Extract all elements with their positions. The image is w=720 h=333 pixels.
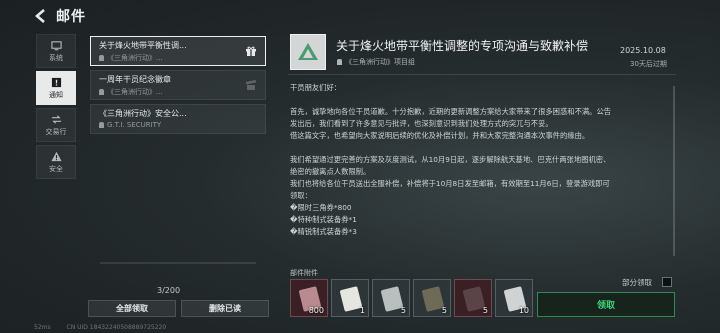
mail-item[interactable]: 一周年干员纪念徽章 《三角洲行动》...: [90, 70, 266, 100]
partial-claim-label: 部分领取: [622, 278, 652, 287]
mail-sender-name: G.T.I. SECURITY: [107, 121, 162, 129]
attachment-slot[interactable]: 5: [413, 279, 451, 317]
gift-icon: [246, 46, 256, 56]
mail-title: 一周年干员纪念徽章: [99, 75, 171, 84]
attachment-qty: 10: [518, 306, 529, 315]
warning-icon: [50, 151, 62, 161]
attachment-slot[interactable]: 5: [372, 279, 410, 317]
player-uid: CN UID 18432240508889725220: [66, 324, 167, 331]
body-line: 领取：: [290, 191, 312, 200]
mail-title: 关于烽火地带平衡性调...: [99, 41, 187, 50]
list-scrollbar[interactable]: [100, 262, 256, 264]
person-icon: [99, 122, 104, 128]
attachment-slot[interactable]: 800: [290, 279, 328, 317]
mail-item[interactable]: 《三角洲行动》安全公... G.T.I. SECURITY: [90, 104, 266, 134]
partial-claim-checkbox[interactable]: [662, 277, 672, 287]
claim-all-button[interactable]: 全部领取: [88, 300, 176, 317]
ping-readout: 52ms: [34, 324, 51, 331]
person-icon: [99, 55, 104, 61]
mail-detail-sender-name: 《三角洲行动》项目组: [345, 58, 415, 66]
page-title: 邮件: [56, 9, 86, 25]
body-line: 我们希望通过更完善的方案及灰度测试，从10月9日起，逐步解除航天基地、巴克什两张…: [290, 155, 611, 164]
attachment-qty: 800: [308, 306, 324, 315]
nav-market-label: 交易行: [45, 127, 67, 136]
back-arrow-icon[interactable]: [34, 9, 48, 23]
mail-detail-sender: 《三角洲行动》项目组: [337, 57, 415, 67]
attachment-qty: 5: [441, 306, 447, 315]
market-icon: [51, 114, 61, 124]
mail-expiry: 30天后过期: [630, 60, 667, 68]
attachments-label: 部件附件: [290, 269, 318, 277]
mail-sender: 《三角洲行动》...: [99, 87, 163, 97]
nav-system[interactable]: 系统: [36, 34, 76, 68]
mail-sender-name: 《三角洲行动》...: [107, 54, 163, 62]
body-line: �特种制式装备券*1: [290, 215, 357, 224]
person-icon: [337, 59, 342, 65]
claim-button[interactable]: 领取: [537, 292, 675, 317]
mail-item[interactable]: 关于烽火地带平衡性调... 《三角洲行动》...: [90, 36, 266, 66]
divider: [288, 74, 676, 75]
body-line: �限时三角券*800: [290, 203, 352, 212]
mail-date: 2025.10.08: [620, 46, 666, 55]
nav-market[interactable]: 交易行: [36, 108, 76, 142]
body-line: 发出后，我们看到了许多意见与批评，也深刻意识到我们处理方式的突兀与不妥。: [290, 119, 553, 128]
system-icon: [50, 40, 62, 50]
delete-read-button[interactable]: 删除已读: [181, 300, 269, 317]
attachment-qty: 5: [400, 306, 406, 315]
body-line: �精锐制式装备券*3: [290, 227, 357, 236]
attachment-qty: 1: [359, 306, 365, 315]
body-line: 我们也将给各位干员送出全服补偿，补偿将于10月8日发至邮箱，有效期至11月6日，…: [290, 179, 610, 188]
nav-system-label: 系统: [49, 53, 63, 62]
body-line: 首先，诚挚地向各位干员道歉。十分抱歉，近期的更新调整方案给大家带来了很多困惑和不…: [290, 107, 612, 116]
body-scrollbar[interactable]: [673, 86, 675, 256]
mail-count: 3/200: [157, 286, 181, 295]
person-icon: [99, 89, 104, 95]
gift-opened-icon: [245, 79, 257, 90]
mail-sender: 《三角洲行动》...: [99, 53, 163, 63]
attachment-qty: 5: [482, 306, 488, 315]
delta-logo-icon: [298, 43, 318, 60]
body-line: 借这篇文字，也希望向大家说明后续的优化及补偿计划，并和大家完整沟通本次事件的缘由…: [290, 131, 590, 140]
notice-icon: [51, 77, 61, 87]
nav-security[interactable]: 安全: [36, 145, 76, 179]
attachment-slot[interactable]: 10: [495, 279, 533, 317]
nav-notice[interactable]: 通知: [36, 71, 76, 105]
attachment-slot[interactable]: 5: [454, 279, 492, 317]
body-line: 绝密的撤离点人数限制。: [290, 167, 371, 176]
mail-detail-title: 关于烽火地带平衡性调整的专项沟通与致歉补偿: [336, 39, 589, 53]
body-line: 干员朋友们好：: [290, 83, 342, 92]
attachment-slot[interactable]: 1: [331, 279, 369, 317]
mail-sender: G.T.I. SECURITY: [99, 121, 161, 129]
mail-sender-name: 《三角洲行动》...: [107, 88, 163, 96]
status-footer: 52ms CN UID 18432240508889725220: [34, 324, 180, 331]
mail-title: 《三角洲行动》安全公...: [99, 109, 187, 118]
nav-security-label: 安全: [49, 164, 63, 173]
sender-logo: [290, 34, 326, 70]
mail-body: 干员朋友们好： 首先，诚挚地向各位干员道歉。十分抱歉，近期的更新调整方案给大家带来…: [290, 82, 674, 238]
nav-notice-label: 通知: [49, 90, 63, 99]
